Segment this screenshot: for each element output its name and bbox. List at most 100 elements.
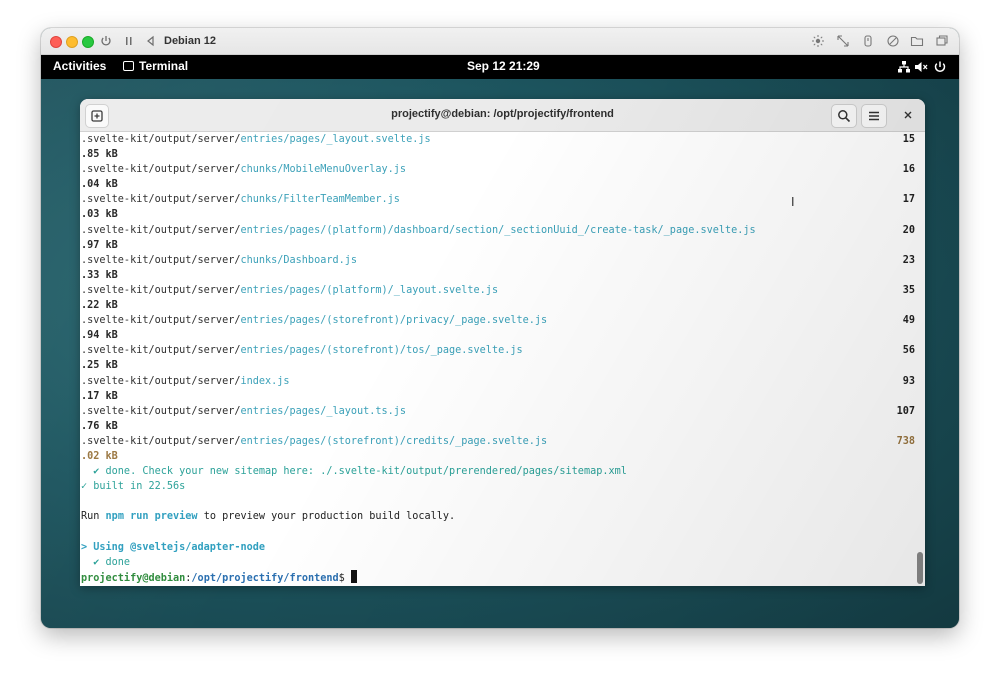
file-path-prefix: .svelte-kit/output/server/: [81, 194, 241, 206]
file-path-prefix: .svelte-kit/output/server/: [81, 164, 241, 176]
usb-icon[interactable]: [861, 34, 875, 48]
shared-folder-icon[interactable]: [886, 34, 900, 48]
size-unit: .02 kB: [81, 450, 118, 462]
output-file-line: .svelte-kit/output/server/entries/pages/…: [81, 132, 915, 147]
output-file-line: .svelte-kit/output/server/entries/pages/…: [81, 313, 915, 328]
size-unit: .22 kB: [81, 300, 118, 312]
prompt-end: $: [338, 572, 351, 584]
zoom-window-button[interactable]: [82, 36, 94, 48]
size-unit: .04 kB: [81, 179, 118, 191]
run-pre-text: Run: [81, 511, 106, 523]
size-unit-line: .85 kB: [81, 147, 915, 162]
network-icon[interactable]: [897, 60, 911, 74]
output-file-line: .svelte-kit/output/server/chunks/Dashboa…: [81, 253, 915, 268]
adapter-done-text: ✔ done: [81, 556, 131, 568]
file-size: 23: [902, 254, 915, 266]
search-button[interactable]: [831, 104, 857, 128]
done-sitemap-line: ✔ done. Check your new sitemap here: ./.…: [81, 464, 915, 479]
size-unit-line: .04 kB: [81, 177, 915, 192]
done-sitemap-text: ✔ done. Check your new sitemap here: ./.…: [81, 466, 627, 478]
clock[interactable]: Sep 12 21:29: [467, 59, 540, 73]
size-unit-line: .97 kB: [81, 238, 915, 253]
folder-icon[interactable]: [910, 34, 924, 48]
size-unit-line: .02 kB: [81, 449, 915, 464]
app-name: Terminal: [139, 59, 189, 73]
size-unit: .76 kB: [81, 420, 118, 432]
file-size: 20: [902, 224, 915, 236]
close-button[interactable]: [899, 106, 917, 124]
prompt-separator: :: [185, 572, 192, 584]
menu-button[interactable]: [861, 104, 887, 128]
file-path: entries/pages/(platform)/dashboard/secti…: [240, 224, 756, 236]
volume-muted-icon[interactable]: [914, 60, 928, 74]
new-tab-icon: [91, 110, 103, 122]
desktop: projectify@debian: /opt/projectify/front…: [41, 79, 959, 628]
file-path-prefix: .svelte-kit/output/server/: [81, 405, 241, 417]
terminal-app-icon: [123, 61, 134, 71]
file-size: 49: [902, 315, 915, 327]
resize-icon[interactable]: [836, 34, 850, 48]
file-path: entries/pages/_layout.ts.js: [240, 405, 407, 417]
output-file-line: .svelte-kit/output/server/chunks/FilterT…: [81, 192, 915, 207]
size-unit: .25 kB: [81, 360, 118, 372]
file-path-prefix: .svelte-kit/output/server/: [81, 315, 241, 327]
prompt-line[interactable]: projectify@debian:/opt/projectify/fronte…: [81, 569, 915, 585]
back-icon[interactable]: [145, 35, 155, 47]
adapter-done-line: ✔ done: [81, 555, 915, 570]
file-path-prefix: .svelte-kit/output/server/: [81, 375, 241, 387]
vm-window: Debian 12 Activities Terminal Sep 12 21:…: [41, 28, 959, 628]
file-path-prefix: .svelte-kit/output/server/: [81, 345, 241, 357]
power-icon[interactable]: [100, 35, 112, 47]
hamburger-menu-icon: [869, 111, 879, 121]
terminal-window: projectify@debian: /opt/projectify/front…: [80, 99, 925, 586]
output-file-line: .svelte-kit/output/server/entries/pages/…: [81, 343, 915, 358]
adapter-text: > Using @sveltejs/adapter-node: [81, 541, 266, 553]
i-beam-cursor-icon: I: [791, 195, 795, 209]
new-tab-button[interactable]: [85, 104, 109, 128]
close-icon: [904, 111, 912, 119]
size-unit: .17 kB: [81, 390, 118, 402]
output-file-line: .svelte-kit/output/server/entries/pages/…: [81, 434, 915, 449]
size-unit-line: .03 kB: [81, 207, 915, 222]
size-unit: .94 kB: [81, 330, 118, 342]
window-mode-icon[interactable]: [935, 34, 949, 48]
size-unit: .85 kB: [81, 149, 118, 161]
run-command: npm run preview: [105, 511, 198, 523]
size-unit: .33 kB: [81, 269, 118, 281]
file-path: chunks/FilterTeamMember.js: [240, 194, 400, 206]
activities-button[interactable]: Activities: [53, 59, 106, 73]
pause-icon[interactable]: [124, 35, 134, 47]
output-lines: .svelte-kit/output/server/entries/pages/…: [81, 132, 915, 464]
brightness-icon[interactable]: [811, 34, 825, 48]
file-size: 17: [902, 194, 915, 206]
file-path: entries/pages/(storefront)/tos/_page.sve…: [240, 345, 523, 357]
terminal-headerbar: projectify@debian: /opt/projectify/front…: [80, 99, 925, 132]
close-window-button[interactable]: [50, 36, 62, 48]
file-path-prefix: .svelte-kit/output/server/: [81, 254, 241, 266]
file-path: chunks/Dashboard.js: [240, 254, 358, 266]
text-cursor: [350, 569, 357, 583]
file-size: 16: [902, 164, 915, 176]
output-file-line: .svelte-kit/output/server/entries/pages/…: [81, 404, 915, 419]
adapter-line: > Using @sveltejs/adapter-node: [81, 540, 915, 555]
scrollbar[interactable]: [917, 135, 923, 584]
output-file-line: .svelte-kit/output/server/entries/pages/…: [81, 283, 915, 298]
file-size: 15: [902, 134, 915, 145]
power-menu-icon[interactable]: [933, 60, 947, 74]
size-unit: .97 kB: [81, 239, 118, 251]
search-icon: [838, 110, 851, 123]
terminal-output[interactable]: .svelte-kit/output/server/entries/pages/…: [80, 132, 915, 586]
prompt-user: projectify@debian: [81, 572, 186, 584]
vm-titlebar: Debian 12: [41, 28, 959, 55]
file-path: entries/pages/(storefront)/credits/_page…: [240, 435, 548, 447]
file-size: 35: [902, 284, 915, 296]
file-path-prefix: .svelte-kit/output/server/: [81, 134, 241, 145]
size-unit-line: .17 kB: [81, 389, 915, 404]
scrollbar-thumb[interactable]: [917, 552, 923, 584]
file-path: entries/pages/(storefront)/privacy/_page…: [240, 315, 548, 327]
file-path-prefix: .svelte-kit/output/server/: [81, 284, 241, 296]
built-text: ✓ built in 22.56s: [81, 481, 186, 493]
minimize-window-button[interactable]: [66, 36, 78, 48]
app-menu-terminal[interactable]: Terminal: [123, 59, 188, 73]
